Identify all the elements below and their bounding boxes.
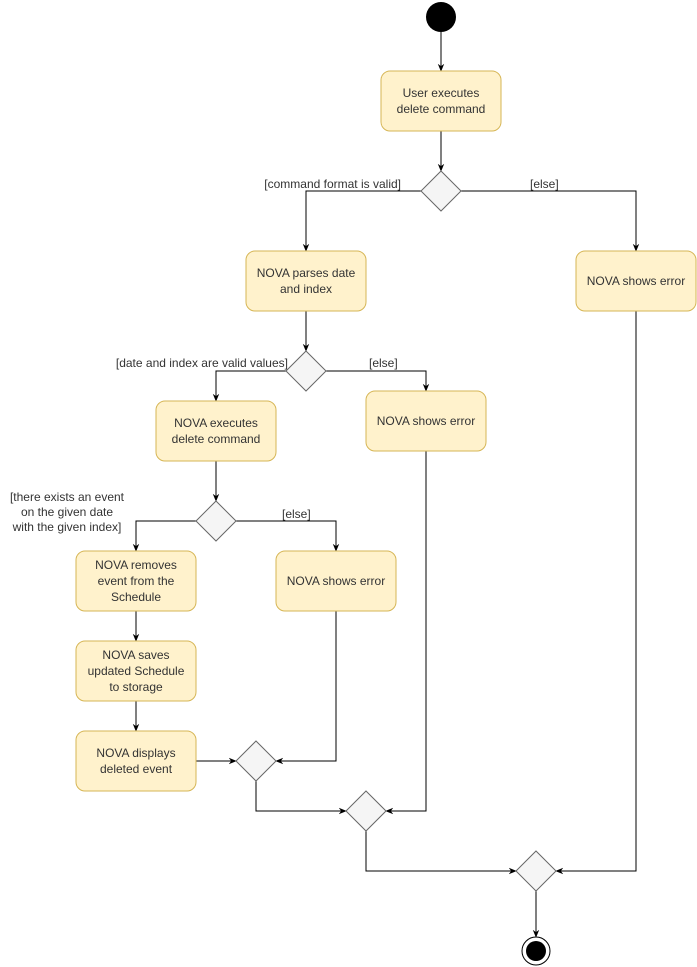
saves-node: NOVA saves updated Schedule to storage [75, 640, 197, 702]
action-label: NOVA parses date [257, 266, 356, 280]
flow-arrow [255, 781, 347, 815]
flow-arrow [365, 831, 517, 875]
end-node [521, 936, 551, 966]
guard-label: [else] [369, 356, 398, 370]
action-box [155, 400, 277, 462]
m3-node [515, 850, 557, 892]
action-box [245, 250, 367, 312]
merge-diamond [515, 850, 557, 892]
action-label: delete command [172, 432, 261, 446]
flow-arrow [326, 370, 430, 392]
error-exists-node: NOVA shows error [275, 550, 397, 612]
action-label: and index [280, 282, 332, 296]
action-label: Schedule [111, 590, 161, 604]
flow-arrow [461, 190, 640, 252]
guard-label: [date and index are valid values] [116, 356, 288, 370]
user-executes-node: User executes delete command [380, 70, 502, 132]
flow-arrow [555, 311, 637, 875]
action-label: deleted event [100, 762, 173, 776]
decision-diamond [420, 170, 462, 212]
d-exists-node [195, 500, 237, 542]
action-label: NOVA shows error [587, 274, 685, 288]
m1-node [235, 740, 277, 782]
action-label: NOVA shows error [287, 574, 385, 588]
parses-node: NOVA parses date and index [245, 250, 367, 312]
action-label: User executes [403, 86, 480, 100]
action-label: NOVA displays [96, 746, 175, 760]
flow-arrow [236, 520, 340, 552]
merge-diamond [345, 790, 387, 832]
executes-node: NOVA executes delete command [155, 400, 277, 462]
guard-label: [command format is valid] [264, 177, 401, 191]
flow-arrow [132, 520, 196, 552]
start-node [426, 2, 456, 32]
decision-diamond [285, 350, 327, 392]
action-box [380, 70, 502, 132]
guard-label: [there exists an event [10, 490, 125, 504]
end-node-inner [526, 941, 546, 961]
displays-node: NOVA displays deleted event [75, 730, 197, 792]
guard-label: [else] [282, 507, 311, 521]
activity-diagram: User executes delete command NOVA parses d… [10, 2, 697, 966]
action-label: NOVA shows error [377, 414, 475, 428]
flow-arrow [212, 370, 286, 402]
guard-label: [else] [530, 177, 559, 191]
flow-arrow [275, 611, 337, 765]
action-label: to storage [109, 680, 163, 694]
error-values-node: NOVA shows error [365, 390, 487, 452]
decision-diamond [195, 500, 237, 542]
action-label: updated Schedule [88, 664, 185, 678]
d-values-node [285, 350, 327, 392]
merge-diamond [235, 740, 277, 782]
guard-label: with the given index] [12, 520, 122, 534]
removes-node: NOVA removes event from the Schedule [75, 550, 197, 612]
action-label: NOVA removes [95, 558, 177, 572]
action-label: NOVA executes [174, 416, 258, 430]
guard-label: on the given date [21, 505, 113, 519]
action-label: NOVA saves [102, 648, 169, 662]
m2-node [345, 790, 387, 832]
action-label: delete command [397, 102, 486, 116]
action-label: event from the [98, 574, 175, 588]
flow-arrow [385, 451, 427, 815]
start-node-circle [426, 2, 456, 32]
error-format-node: NOVA shows error [575, 250, 697, 312]
d-format-node [420, 170, 462, 212]
flow-arrow [302, 190, 421, 252]
action-box [75, 730, 197, 792]
